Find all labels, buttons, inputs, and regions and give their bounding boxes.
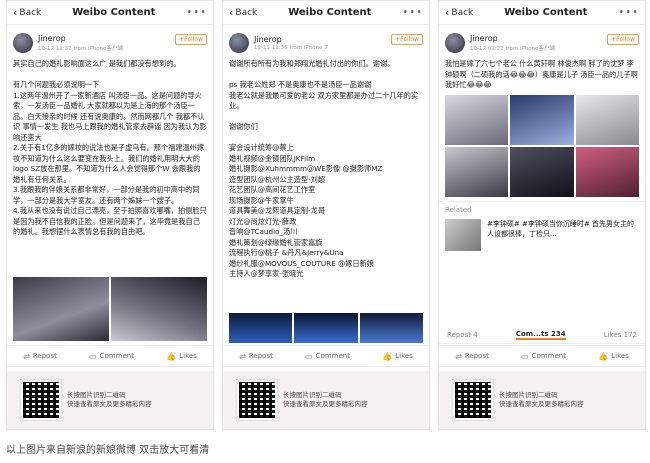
photo[interactable] [13, 277, 109, 341]
qr-code[interactable] [20, 379, 62, 421]
photo[interactable] [229, 313, 293, 343]
follow-button[interactable]: +Follow [391, 34, 423, 45]
likes-button[interactable]: 👍 Likes [166, 352, 197, 361]
comment-button[interactable]: ▭ Comment [305, 352, 350, 361]
related-item[interactable]: #李钟硕# #李钟硕当你沉睡时# 首先男女主的人设都很棒，丁检只... [439, 217, 645, 253]
post-text: 其实自己的婚礼影响面这么广 是我们都没有想到的。 有几个问题我必须说明一下 1.… [13, 59, 207, 236]
action-bar: ⇄ Repost ▭ Comment 👍 Likes [439, 345, 645, 367]
follow-button[interactable]: +Follow [607, 34, 639, 45]
chevron-left-icon: ‹ [229, 6, 234, 19]
nav-title: Weibo Content [72, 7, 156, 18]
photo[interactable] [575, 94, 639, 145]
chevron-left-icon: ‹ [445, 6, 450, 19]
repost-icon: ⇄ [239, 351, 246, 361]
more-icon[interactable]: ••• [186, 7, 207, 18]
tab-repost[interactable]: Repost 4 [447, 331, 478, 339]
more-icon[interactable]: ••• [618, 7, 639, 18]
photo[interactable] [510, 94, 574, 145]
repost-button[interactable]: ⇄ Repost [23, 352, 57, 361]
qr-banner: 长按图片识别二维码 快速查看原文及更多精彩内容 [439, 371, 645, 429]
avatar[interactable] [13, 33, 33, 53]
post-meta: 10-12 01:22 from iPhone客户端 [470, 46, 555, 52]
thumbs-up-icon: 👍 [166, 351, 177, 361]
back-button[interactable]: ‹ Back [445, 6, 473, 19]
counts-bar: Repost 4 Com...ts 234 Likes 172 [439, 326, 645, 344]
photo-grid [439, 93, 645, 197]
back-button[interactable]: ‹ Back [13, 6, 41, 19]
avatar[interactable] [445, 33, 465, 53]
comment-icon: ▭ [89, 351, 97, 361]
nav-title: Weibo Content [288, 7, 372, 18]
comment-button[interactable]: ▭ Comment [521, 352, 566, 361]
post-meta: 10-11 13:35 from iPhone 7 [254, 45, 328, 51]
photo[interactable] [445, 94, 509, 145]
photo[interactable] [359, 313, 423, 343]
user-row: Jinerop 10-12 01:22 from iPhone客户端 +Foll… [439, 25, 645, 57]
user-name[interactable]: Jinerop [38, 34, 123, 43]
photo[interactable] [111, 277, 207, 341]
tab-comments[interactable]: Com...ts 234 [515, 330, 566, 340]
qr-banner: 长按图片识别二维码 快速查看原文及更多精彩内容 [7, 371, 213, 429]
photo-grid [7, 277, 213, 341]
comment-button[interactable]: ▭ Comment [89, 352, 134, 361]
qr-code[interactable] [452, 379, 494, 421]
photo[interactable] [294, 313, 358, 343]
screenshot-panel-3: ‹ Back Weibo Content ••• Jinerop 10-12 01… [438, 0, 646, 430]
thumbs-up-icon: 👍 [382, 351, 393, 361]
likes-button[interactable]: 👍 Likes [598, 352, 629, 361]
related-label: Related [439, 200, 645, 217]
more-icon[interactable]: ••• [402, 7, 423, 18]
nav-title: Weibo Content [504, 7, 588, 18]
qr-code[interactable] [236, 379, 278, 421]
photo-grid [223, 313, 429, 343]
image-caption: 以上图片来自新浪的新娘微博 双击放大可看清 [6, 445, 210, 456]
repost-button[interactable]: ⇄ Repost [239, 352, 273, 361]
nav-bar: ‹ Back Weibo Content ••• [7, 1, 213, 25]
action-bar: ⇄ Repost ▭ Comment 👍 Likes [223, 345, 429, 367]
related-thumbnail [445, 218, 481, 251]
nav-bar: ‹ Back Weibo Content ••• [223, 1, 429, 25]
comment-icon: ▭ [305, 351, 313, 361]
user-name[interactable]: Jinerop [470, 34, 555, 43]
back-button[interactable]: ‹ Back [229, 6, 257, 19]
user-name[interactable]: Jinerop [254, 35, 328, 44]
thumbs-up-icon: 👍 [598, 351, 609, 361]
related-text: #李钟硕# #李钟硕当你沉睡时# 首先男女主的人设都很棒，丁检只... [487, 219, 634, 238]
photo[interactable] [510, 146, 574, 197]
post-text: 谢谢所有所有为我和郑翔光婚礼付出的你们。谢谢。 ps 我老公姓郑 不是奥康也不是… [229, 59, 419, 278]
action-bar: ⇄ Repost ▭ Comment 👍 Likes [7, 345, 213, 367]
repost-button[interactable]: ⇄ Repost [455, 352, 489, 361]
photo[interactable] [575, 146, 639, 197]
chevron-left-icon: ‹ [13, 6, 18, 19]
user-row: Jinerop 10-11 13:35 from iPhone 7 +Follo… [223, 25, 429, 57]
screenshot-panel-2: ‹ Back Weibo Content ••• Jinerop 10-11 13… [222, 0, 430, 430]
screenshot-panel-1: ‹ Back Weibo Content ••• Jinerop 10-12 12… [6, 0, 214, 430]
repost-icon: ⇄ [455, 351, 462, 361]
post-text: 我怕是嫁了六七个老公 什么黄轩啊 林俊杰啊 胖了的沈梦 李钟硕啊（二硕我的话😂😂… [445, 59, 638, 89]
tab-likes[interactable]: Likes 172 [604, 331, 637, 339]
user-row: Jinerop 10-12 12:37 from iPhone客户端 +Foll… [7, 25, 213, 57]
nav-bar: ‹ Back Weibo Content ••• [439, 1, 645, 25]
post-meta: 10-12 12:37 from iPhone客户端 [38, 46, 123, 52]
avatar[interactable] [229, 33, 249, 53]
follow-button[interactable]: +Follow [175, 34, 207, 45]
qr-banner: 长按图片识别二维码 快速查看原文及更多精彩内容 [223, 371, 429, 429]
comment-icon: ▭ [521, 351, 529, 361]
repost-icon: ⇄ [23, 351, 30, 361]
likes-button[interactable]: 👍 Likes [382, 352, 413, 361]
photo[interactable] [445, 146, 509, 197]
